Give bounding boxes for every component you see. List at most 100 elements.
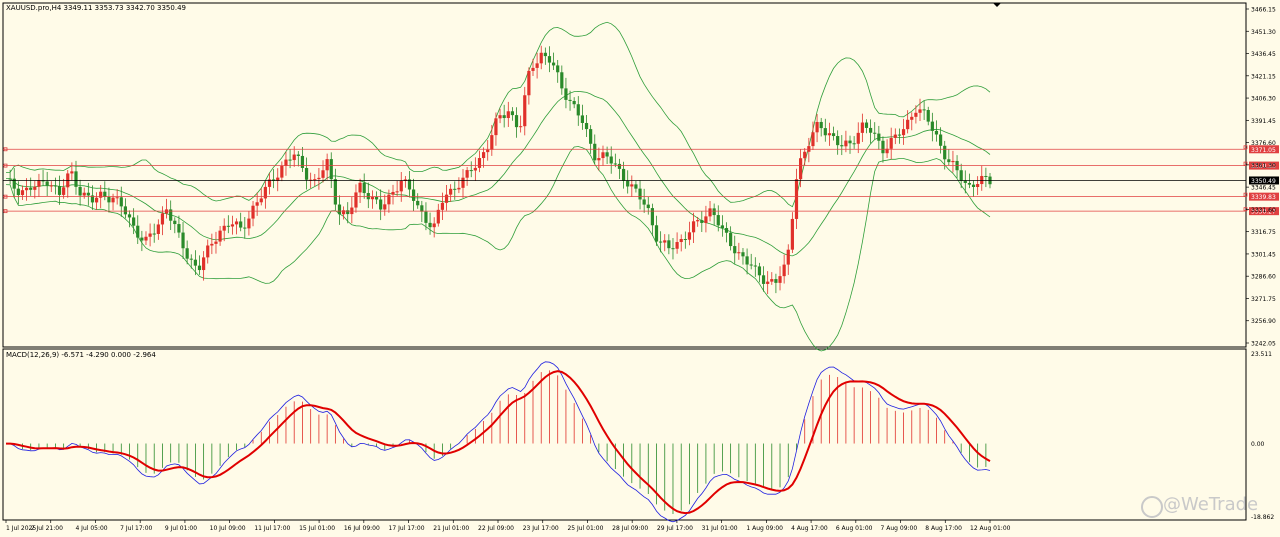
candle-body — [724, 228, 729, 233]
time-axis-label: 15 Jul 01:00 — [299, 525, 335, 532]
candle-body — [202, 257, 206, 271]
candle-body — [140, 237, 144, 241]
candle-body — [379, 199, 383, 210]
candle-body — [667, 240, 671, 249]
macd-signal-line — [6, 370, 991, 515]
candle-body — [984, 175, 988, 177]
candle-body — [132, 217, 136, 226]
price-axis-label: 3421.15 — [1251, 73, 1276, 80]
candle-body — [712, 208, 716, 216]
candle-body — [259, 198, 263, 203]
candle-body — [576, 104, 580, 116]
candle-body — [708, 208, 712, 217]
candle-body — [432, 223, 436, 228]
candle-body — [20, 190, 25, 196]
price-axis-label: 3466.15 — [1251, 7, 1276, 14]
candle-body — [333, 179, 337, 205]
candle-body — [605, 152, 609, 157]
candle-body — [523, 95, 527, 127]
candle-body — [136, 225, 140, 238]
candle-body — [580, 115, 585, 123]
candle-body — [185, 248, 189, 259]
candle-body — [461, 177, 465, 188]
candle-body — [675, 242, 679, 249]
price-axis-label: 3346.45 — [1251, 185, 1276, 192]
candle-body — [239, 221, 243, 228]
candle-body — [374, 197, 379, 200]
candle-body — [827, 133, 832, 136]
candle-body — [329, 159, 333, 180]
candle-body — [226, 225, 230, 227]
candle-body — [337, 204, 342, 215]
candle-body — [922, 109, 926, 111]
candle-body — [609, 156, 613, 164]
candle-body — [551, 62, 556, 66]
candle-body — [749, 264, 753, 266]
candle-body — [193, 259, 197, 266]
candle-body — [967, 182, 972, 185]
price-axis-label: 3331.60 — [1251, 207, 1276, 214]
candle-body — [288, 159, 292, 161]
candle-body — [280, 165, 284, 178]
candle-body — [527, 70, 531, 96]
candle-body — [831, 133, 836, 137]
candle-body — [473, 167, 477, 171]
candle-body — [659, 241, 663, 243]
candle-body — [741, 252, 745, 257]
candle-body — [218, 230, 222, 242]
candle-body — [362, 182, 366, 194]
time-axis-label: 22 Jul 09:00 — [478, 525, 514, 532]
candle-body — [395, 191, 399, 193]
time-axis-label: 6 Aug 01:00 — [836, 525, 873, 532]
candle-body — [873, 132, 877, 134]
candle-body — [584, 122, 589, 130]
candle-body — [436, 209, 440, 224]
candle-body — [222, 225, 226, 231]
price-axis-label: 3271.75 — [1251, 296, 1276, 303]
trading-chart[interactable]: 3371.053360.303339.833330.273350.493466.… — [0, 0, 1280, 537]
candle-body — [737, 252, 741, 254]
candle-body — [564, 88, 568, 100]
candle-body — [181, 232, 185, 249]
candle-body — [366, 193, 370, 200]
candle-body — [486, 149, 490, 153]
candle-body — [601, 152, 605, 159]
candle-body — [864, 122, 869, 128]
candle-body — [613, 163, 617, 165]
candle-body — [531, 67, 535, 71]
candle-body — [716, 215, 720, 226]
candle-body — [720, 225, 724, 229]
candle-body — [300, 155, 305, 168]
price-axis-label: 3391.45 — [1251, 118, 1276, 125]
candle-body — [947, 159, 951, 163]
candle-body — [370, 197, 375, 200]
candle-body — [255, 202, 259, 206]
candle-body — [70, 171, 74, 174]
candle-body — [630, 184, 634, 187]
candle-body — [761, 275, 766, 284]
candle-body — [453, 188, 457, 190]
candle-body — [251, 205, 255, 219]
candle-body — [700, 220, 704, 223]
candle-body — [148, 233, 152, 237]
candle-body — [597, 158, 601, 161]
candle-body — [840, 145, 844, 147]
price-level-label: 3339.83 — [1251, 194, 1276, 201]
candle-body — [704, 216, 708, 223]
candle-body — [490, 135, 494, 150]
candle-body — [766, 281, 770, 284]
price-axis-label: 3316.75 — [1251, 229, 1276, 236]
candle-body — [951, 160, 955, 163]
candle-body — [679, 239, 683, 243]
candle-body — [621, 168, 626, 181]
candle-body — [510, 111, 515, 116]
candle-body — [906, 119, 910, 130]
price-axis-label: 3361.30 — [1251, 162, 1276, 169]
candle-body — [177, 224, 181, 233]
candle-body — [519, 126, 523, 128]
candle-body — [786, 249, 790, 265]
candle-body — [729, 232, 733, 247]
candle-body — [901, 129, 906, 136]
candle-body — [24, 187, 29, 191]
candle-body — [547, 56, 552, 63]
